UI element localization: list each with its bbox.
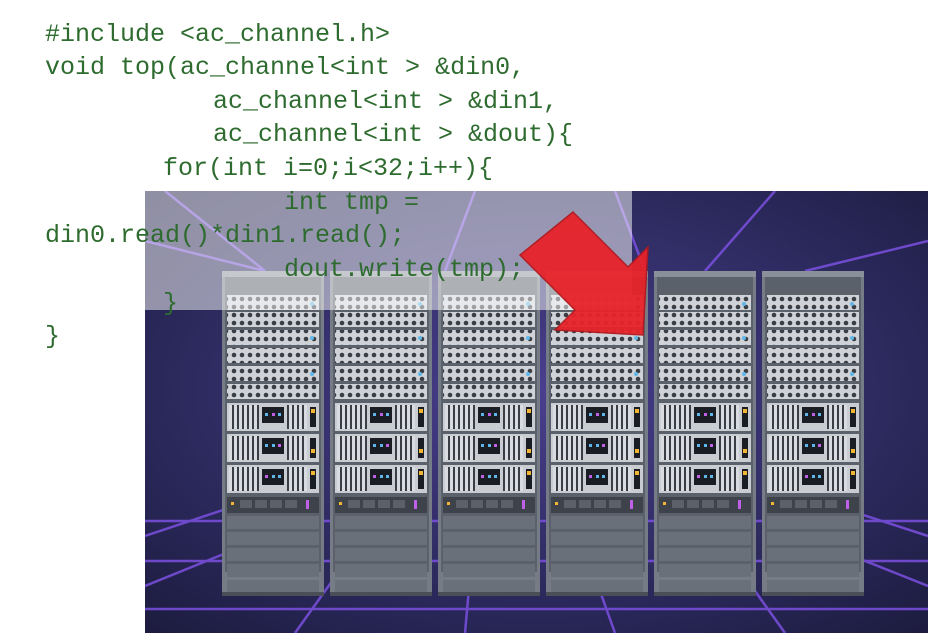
code-line: int tmp = (284, 188, 420, 217)
code-line: } (45, 322, 61, 351)
code-line: din0.read()*din1.read(); (45, 221, 406, 250)
code-line: } (163, 289, 179, 318)
code-line: #include <ac_channel.h> (45, 20, 391, 49)
code-line: ac_channel<int > &din1, (213, 87, 559, 116)
code-line: dout.write(tmp); (284, 255, 525, 284)
code-line: ac_channel<int > &dout){ (213, 120, 574, 149)
code-line: for(int i=0;i<32;i++){ (163, 154, 494, 183)
code-line: void top(ac_channel<int > &din0, (45, 53, 526, 82)
